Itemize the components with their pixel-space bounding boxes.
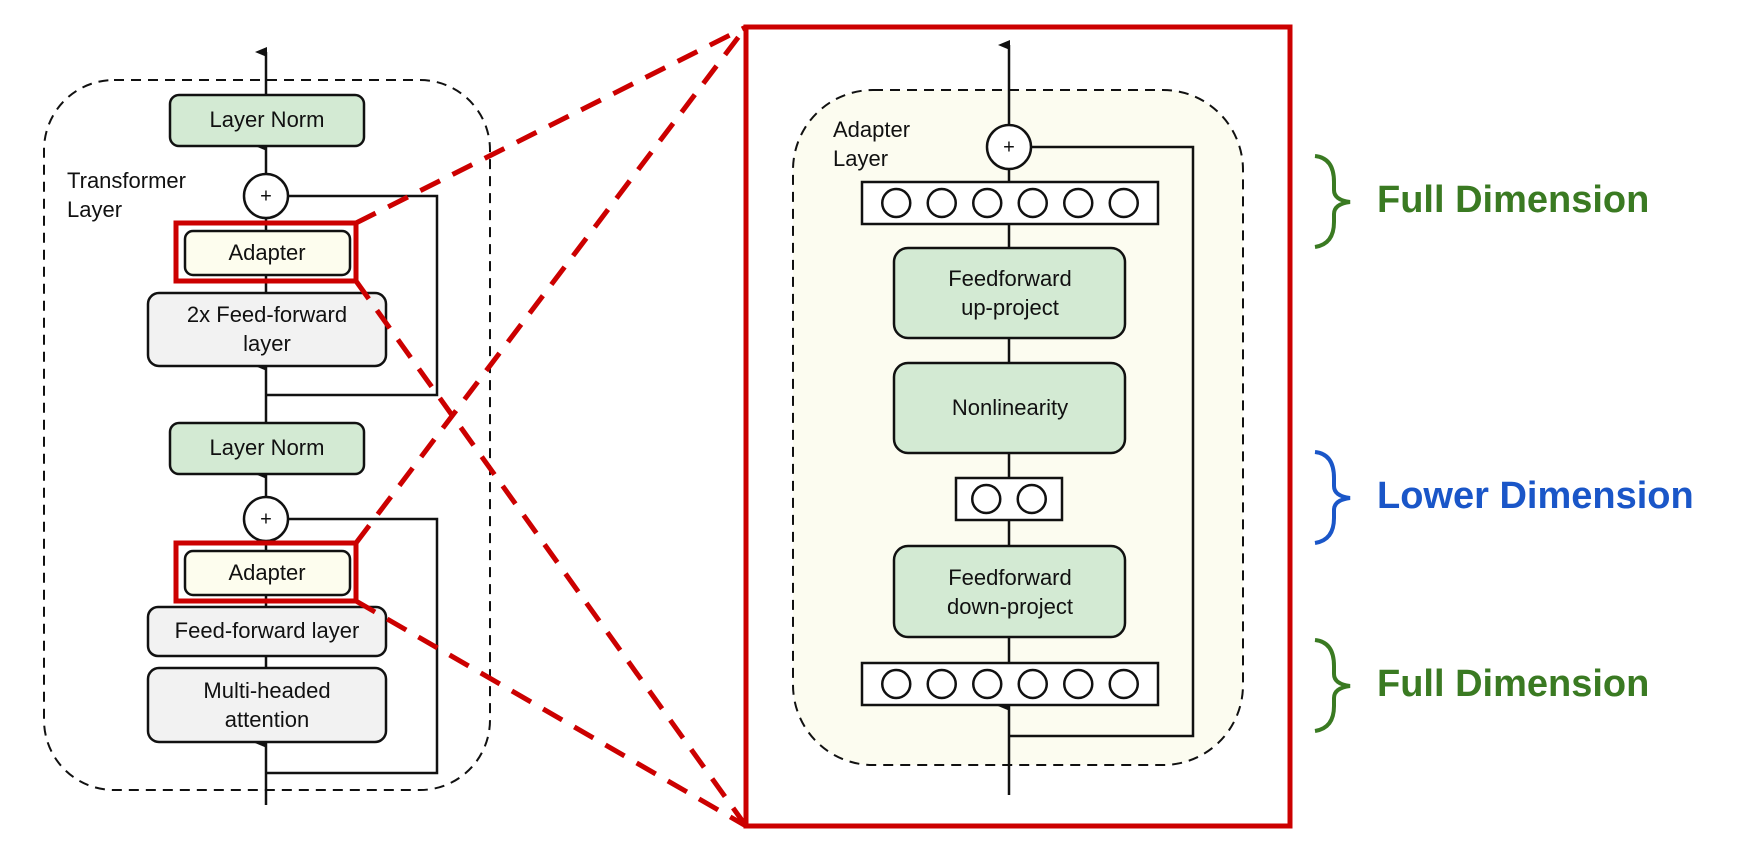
transformer-layer-title-line1: Transformer	[67, 168, 186, 193]
nonlinearity-block: Nonlinearity	[892, 361, 1127, 455]
multi-headed-attention-block: Multi-headed attention	[146, 666, 388, 744]
curly-brace-icon	[1314, 638, 1351, 733]
callout-line-bottom-adapter-lower	[354, 598, 748, 829]
neuron	[926, 668, 957, 700]
feedforward-block: Feed-forward layer	[146, 605, 388, 658]
neuron	[881, 187, 912, 219]
adapter-layer-detail: Adapter Layer + Feedforward up-project N…	[743, 24, 1293, 829]
full-dimension-input-neurons	[860, 661, 1160, 707]
layer-norm-top-label: Layer Norm	[210, 107, 325, 132]
curly-brace-icon	[1314, 450, 1351, 545]
annotation-middle: Lower Dimension	[1314, 450, 1694, 545]
dimension-annotations: Full Dimension Lower Dimension Full Dime…	[1314, 154, 1694, 733]
full-dimension-top-label: Full Dimension	[1377, 179, 1649, 221]
annotation-top: Full Dimension	[1314, 154, 1649, 249]
plus-icon: +	[260, 185, 272, 207]
neuron	[881, 668, 912, 700]
up-project-label-line2: up-project	[961, 295, 1059, 320]
callout-line-bottom-adapter-upper	[354, 25, 748, 545]
neuron	[1017, 187, 1048, 219]
down-project-label-line2: down-project	[947, 594, 1073, 619]
neuron	[1063, 187, 1094, 219]
adapter-architecture-diagram: Transformer Layer Layer Norm + Adapter 2…	[43, 24, 1694, 829]
neuron	[926, 187, 957, 219]
sum-node-top: +	[242, 172, 290, 220]
neuron	[1063, 668, 1094, 700]
neuron	[971, 483, 1002, 515]
neuron	[972, 187, 1003, 219]
lower-dimension-neurons	[954, 476, 1064, 522]
lower-dimension-label: Lower Dimension	[1377, 475, 1694, 517]
feedforward-2x-label-line2: layer	[243, 331, 291, 356]
adapter-sum-node: +	[985, 123, 1033, 171]
transformer-layer-title-line2: Layer	[67, 197, 122, 222]
feedforward-2x-label-line1: 2x Feed-forward	[187, 302, 347, 327]
annotation-bottom: Full Dimension	[1314, 638, 1649, 733]
adapter-top-label: Adapter	[228, 240, 305, 265]
neuron	[1108, 187, 1139, 219]
full-dimension-bottom-label: Full Dimension	[1377, 663, 1649, 705]
neuron	[972, 668, 1003, 700]
callout-line-top-adapter-upper	[354, 24, 748, 226]
feedforward-2x-block: 2x Feed-forward layer	[146, 291, 388, 368]
adapter-bottom-label: Adapter	[228, 560, 305, 585]
layer-norm-top-block: Layer Norm	[168, 93, 366, 148]
transformer-layer: Transformer Layer Layer Norm + Adapter 2…	[43, 47, 491, 805]
up-project-label-line1: Feedforward	[948, 266, 1072, 291]
layer-norm-bottom-label: Layer Norm	[210, 435, 325, 460]
zoom-callout-lines	[353, 24, 749, 829]
plus-icon: +	[1003, 136, 1015, 158]
neuron	[1108, 668, 1139, 700]
down-project-label-line1: Feedforward	[948, 565, 1072, 590]
adapter-layer-title-line2: Layer	[833, 146, 888, 171]
attention-label-line1: Multi-headed	[203, 678, 330, 703]
adapter-bottom-block: Adapter	[173, 540, 359, 604]
feedforward-label: Feed-forward layer	[175, 618, 360, 643]
feedforward-down-project-block: Feedforward down-project	[892, 544, 1127, 639]
full-dimension-output-neurons	[860, 180, 1160, 226]
neuron	[1017, 668, 1048, 700]
feedforward-up-project-block: Feedforward up-project	[892, 246, 1127, 340]
curly-brace-icon	[1314, 154, 1351, 249]
layer-norm-bottom-block: Layer Norm	[168, 421, 366, 476]
nonlinearity-label: Nonlinearity	[952, 395, 1068, 420]
attention-label-line2: attention	[225, 707, 309, 732]
callout-line-top-adapter-lower	[353, 279, 749, 828]
sum-node-bottom: +	[242, 495, 290, 543]
neuron	[1016, 483, 1047, 515]
adapter-layer-title-line1: Adapter	[833, 117, 910, 142]
adapter-top-block: Adapter	[173, 220, 359, 284]
plus-icon: +	[260, 508, 272, 530]
